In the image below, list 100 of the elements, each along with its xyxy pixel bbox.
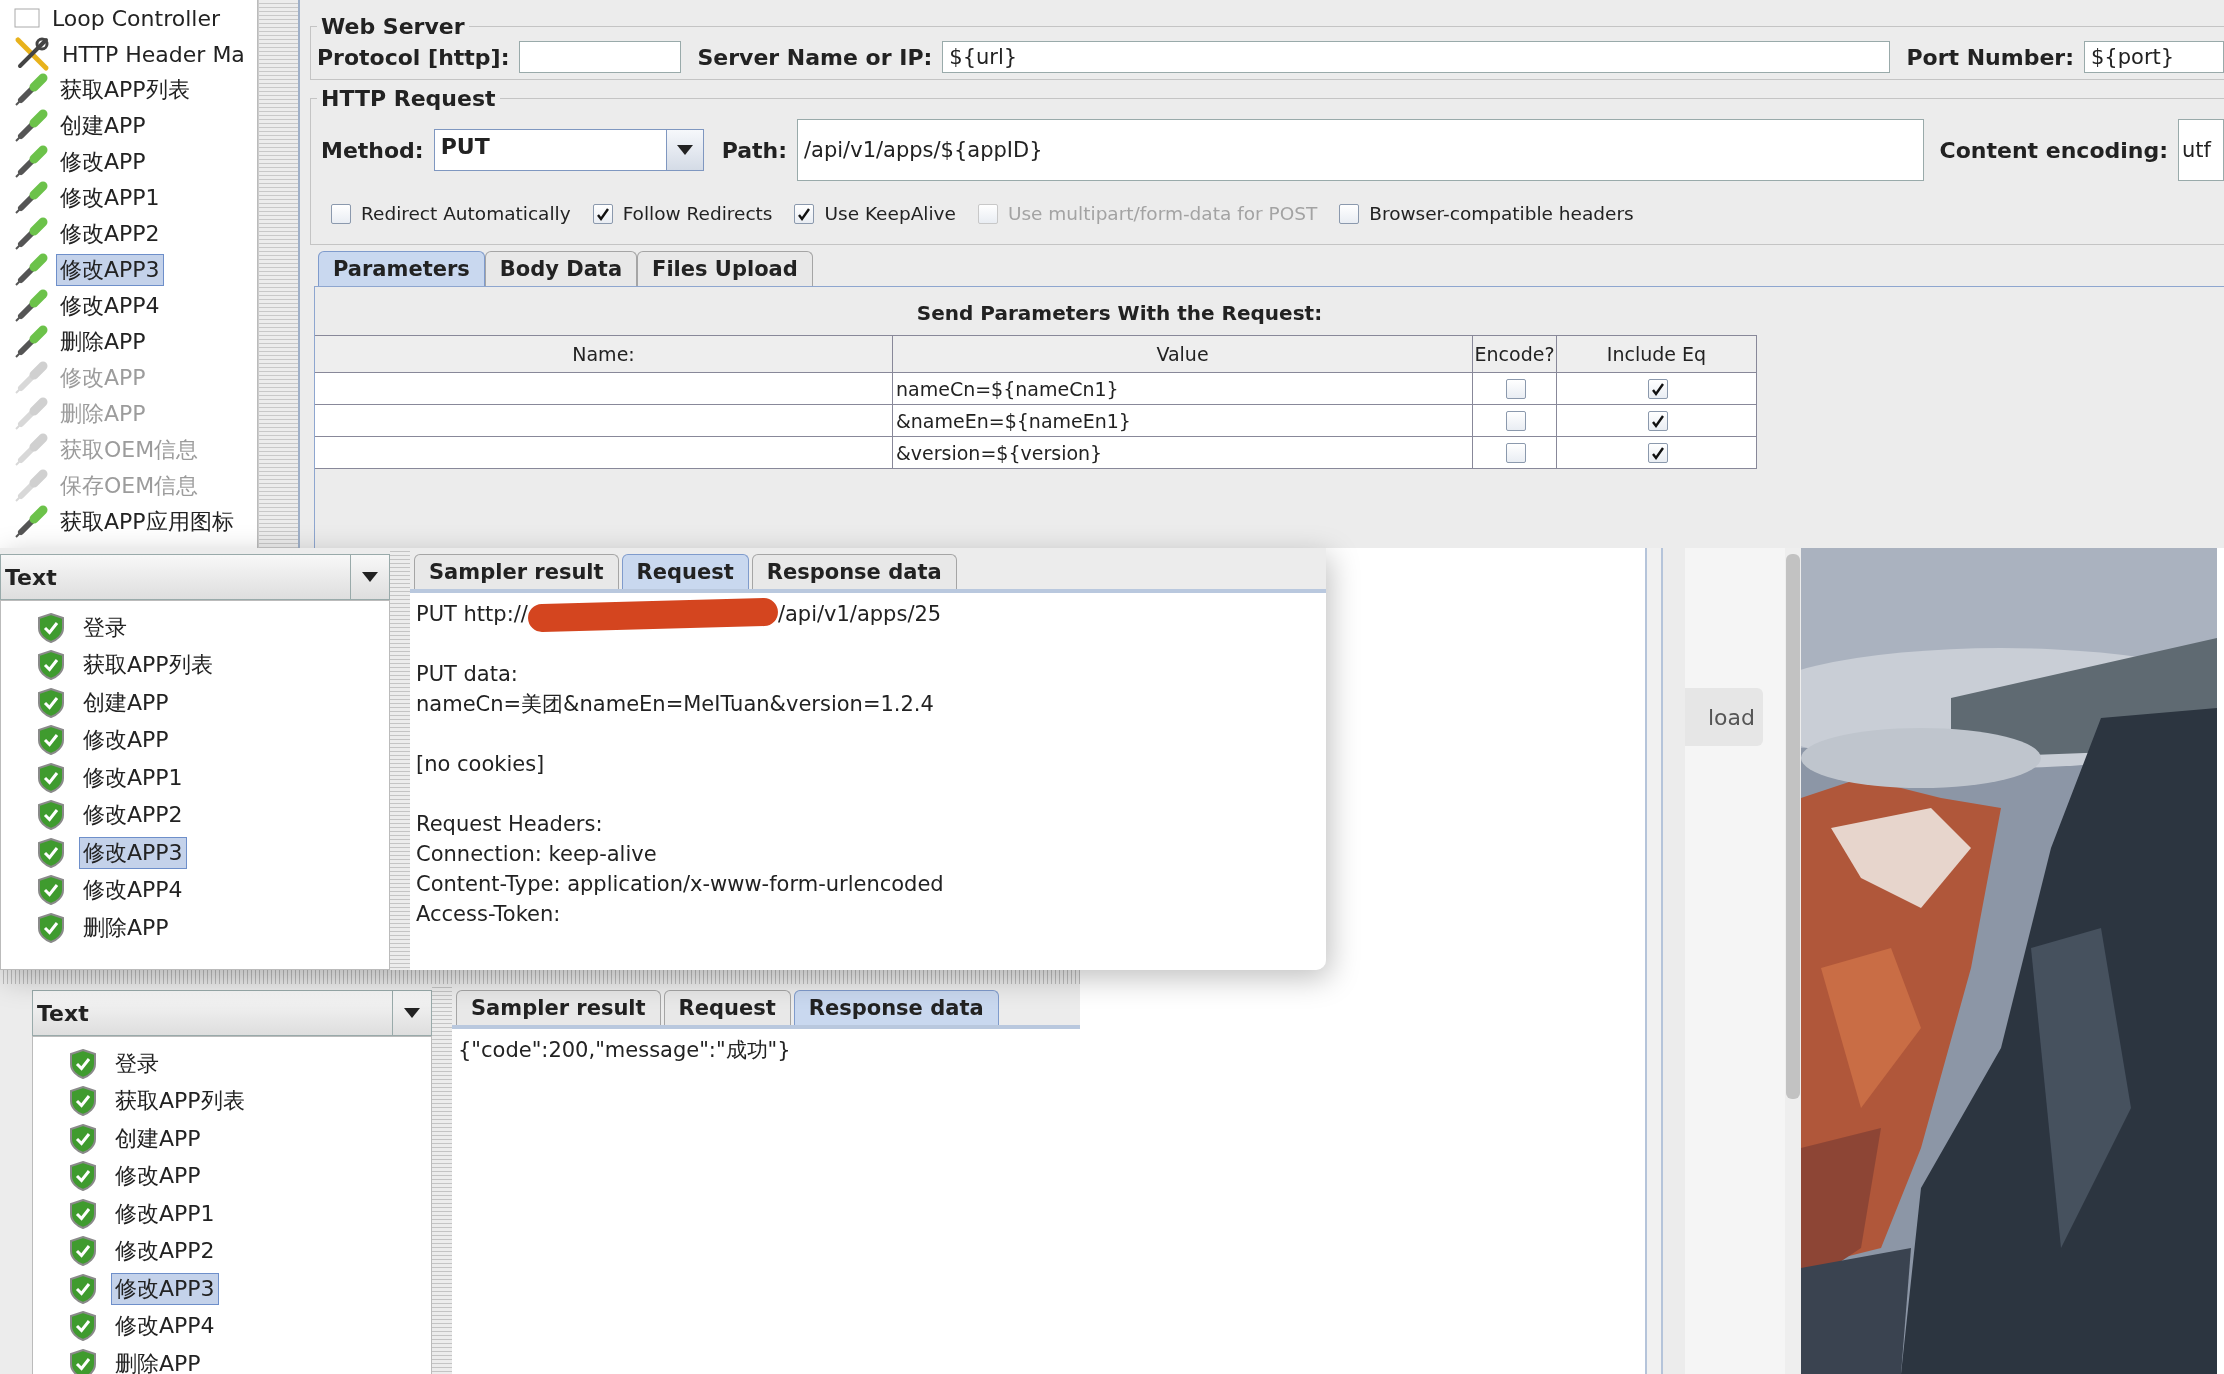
tab[interactable]: Request — [621, 554, 749, 589]
result-text: Request Headers: — [416, 811, 604, 838]
checkbox[interactable] — [794, 203, 815, 224]
checkbox[interactable] — [1506, 378, 1526, 399]
tree-item[interactable]: 修改APP2 — [79, 799, 187, 832]
tree-item[interactable]: 修改APP1 — [111, 1197, 219, 1230]
tree-item[interactable]: 获取APP应用图标 — [56, 506, 238, 538]
table-cell: &version=${version} — [893, 437, 1473, 469]
tab[interactable]: Parameters — [318, 251, 485, 286]
splitter[interactable] — [0, 970, 1080, 984]
tree-item[interactable]: Loop Controller — [48, 4, 224, 32]
tree-item[interactable]: 修改APP4 — [56, 290, 164, 322]
pipette-icon — [14, 217, 48, 251]
pipette-icon — [14, 469, 48, 503]
tree-item[interactable]: 修改APP3 — [56, 254, 164, 286]
pipette-icon — [14, 109, 48, 143]
tree-item[interactable]: 修改APP4 — [79, 874, 187, 907]
field-label: Protocol [http]: — [317, 44, 510, 70]
shield-check-icon — [37, 762, 65, 793]
path-field[interactable]: /api/v1/apps/${appID} — [797, 119, 1924, 181]
controller-icon — [14, 8, 40, 28]
checkbox[interactable] — [1648, 410, 1668, 431]
checkbox[interactable] — [1648, 378, 1668, 399]
tree-item[interactable]: 修改APP — [56, 146, 150, 178]
tree-item[interactable]: 创建APP — [79, 686, 173, 719]
encoding-field[interactable]: utf — [2178, 119, 2224, 181]
checkbox-label: Use KeepAlive — [824, 203, 956, 224]
result-text: PUT data: — [416, 661, 519, 688]
pipette-icon — [14, 397, 48, 431]
load-button[interactable]: load — [1685, 688, 1763, 746]
pipette-icon — [14, 325, 48, 359]
field-label: Method: — [321, 137, 424, 163]
shield-check-icon — [37, 687, 65, 718]
tab[interactable]: Files Upload — [637, 251, 813, 286]
tree-item[interactable]: 修改APP — [111, 1160, 205, 1193]
tree-item[interactable]: 修改APP2 — [56, 218, 164, 250]
method-dropdown[interactable]: PUT — [433, 129, 704, 171]
checkbox-label: Redirect Automatically — [361, 203, 571, 224]
shield-check-icon — [37, 650, 65, 681]
pipette-icon — [14, 361, 48, 395]
result-text: {"code":200,"message":"成功"} — [458, 1037, 792, 1064]
tree-item[interactable]: 获取APP列表 — [56, 74, 194, 106]
protocol-field[interactable] — [519, 41, 682, 73]
shield-check-icon — [37, 912, 65, 943]
checkbox[interactable] — [331, 203, 351, 224]
tree-item[interactable]: 创建APP — [111, 1122, 205, 1155]
shield-check-icon — [69, 1273, 97, 1304]
table-cell: nameCn=${nameCn1} — [893, 373, 1473, 405]
shield-check-icon — [69, 1086, 97, 1117]
tree-item[interactable]: 修改APP1 — [79, 761, 187, 794]
checkbox[interactable] — [592, 203, 613, 224]
tree-item[interactable]: 获取APP列表 — [111, 1085, 249, 1118]
tree-item[interactable]: 修改APP3 — [111, 1272, 219, 1305]
checkbox[interactable] — [1506, 442, 1526, 463]
splitter[interactable] — [258, 0, 300, 548]
tree-item[interactable]: 修改APP3 — [79, 836, 187, 869]
tree-item[interactable]: 登录 — [111, 1047, 163, 1080]
scrollbar-thumb[interactable] — [1786, 554, 1800, 1099]
tab[interactable]: Body Data — [484, 251, 638, 286]
result-text: [no cookies] — [416, 751, 546, 778]
tree-item[interactable]: 修改APP1 — [56, 182, 164, 214]
pipette-icon — [14, 145, 48, 179]
checkbox[interactable] — [1506, 410, 1526, 431]
checkbox[interactable] — [1648, 442, 1668, 463]
checkbox-label: Use multipart/form-data for POST — [1007, 203, 1318, 224]
result-text: nameCn=美团&nameEn=MeITuan&version=1.2.4 — [416, 691, 935, 718]
tab[interactable]: Response data — [793, 990, 999, 1025]
field-label: Port Number: — [1906, 44, 2074, 70]
tree-item[interactable]: 修改APP4 — [111, 1310, 219, 1343]
tab[interactable]: Request — [663, 990, 791, 1025]
tab[interactable]: Response data — [751, 554, 957, 589]
tab[interactable]: Sampler result — [456, 990, 661, 1025]
section-title: Web Server — [320, 14, 466, 39]
tree-item[interactable]: 创建APP — [56, 110, 150, 142]
checkbox[interactable] — [1339, 203, 1360, 224]
tree-item[interactable]: 获取APP列表 — [79, 649, 217, 682]
table-cell: &nameEn=${nameEn1} — [893, 405, 1473, 437]
server-field[interactable]: ${url} — [942, 41, 1891, 73]
tree-item[interactable]: 删除APP — [79, 911, 173, 944]
port-field[interactable]: ${port} — [2084, 41, 2224, 73]
shield-check-icon — [69, 1048, 97, 1079]
tree-item[interactable]: 登录 — [79, 611, 131, 644]
tree-item[interactable]: 修改APP2 — [111, 1235, 219, 1268]
column-header: Value — [893, 335, 1473, 373]
tree-item[interactable]: 删除APP — [111, 1347, 205, 1374]
table-title: Send Parameters With the Request: — [915, 301, 1324, 325]
tab[interactable]: Sampler result — [414, 554, 619, 589]
tree-item[interactable]: 删除APP — [56, 326, 150, 358]
column-header: Name: — [315, 335, 893, 373]
field-label: Content encoding: — [1939, 137, 2168, 163]
tree-item[interactable]: HTTP Header Ma — [58, 40, 249, 68]
tree-item[interactable]: 修改APP — [79, 724, 173, 757]
shield-check-icon — [69, 1311, 97, 1342]
shield-check-icon — [37, 800, 65, 831]
shield-check-icon — [37, 612, 65, 643]
shield-check-icon — [37, 875, 65, 906]
checkbox-label: Follow Redirects — [622, 203, 773, 224]
pipette-icon — [14, 73, 48, 107]
shield-check-icon — [69, 1161, 97, 1192]
pipette-icon — [14, 289, 48, 323]
